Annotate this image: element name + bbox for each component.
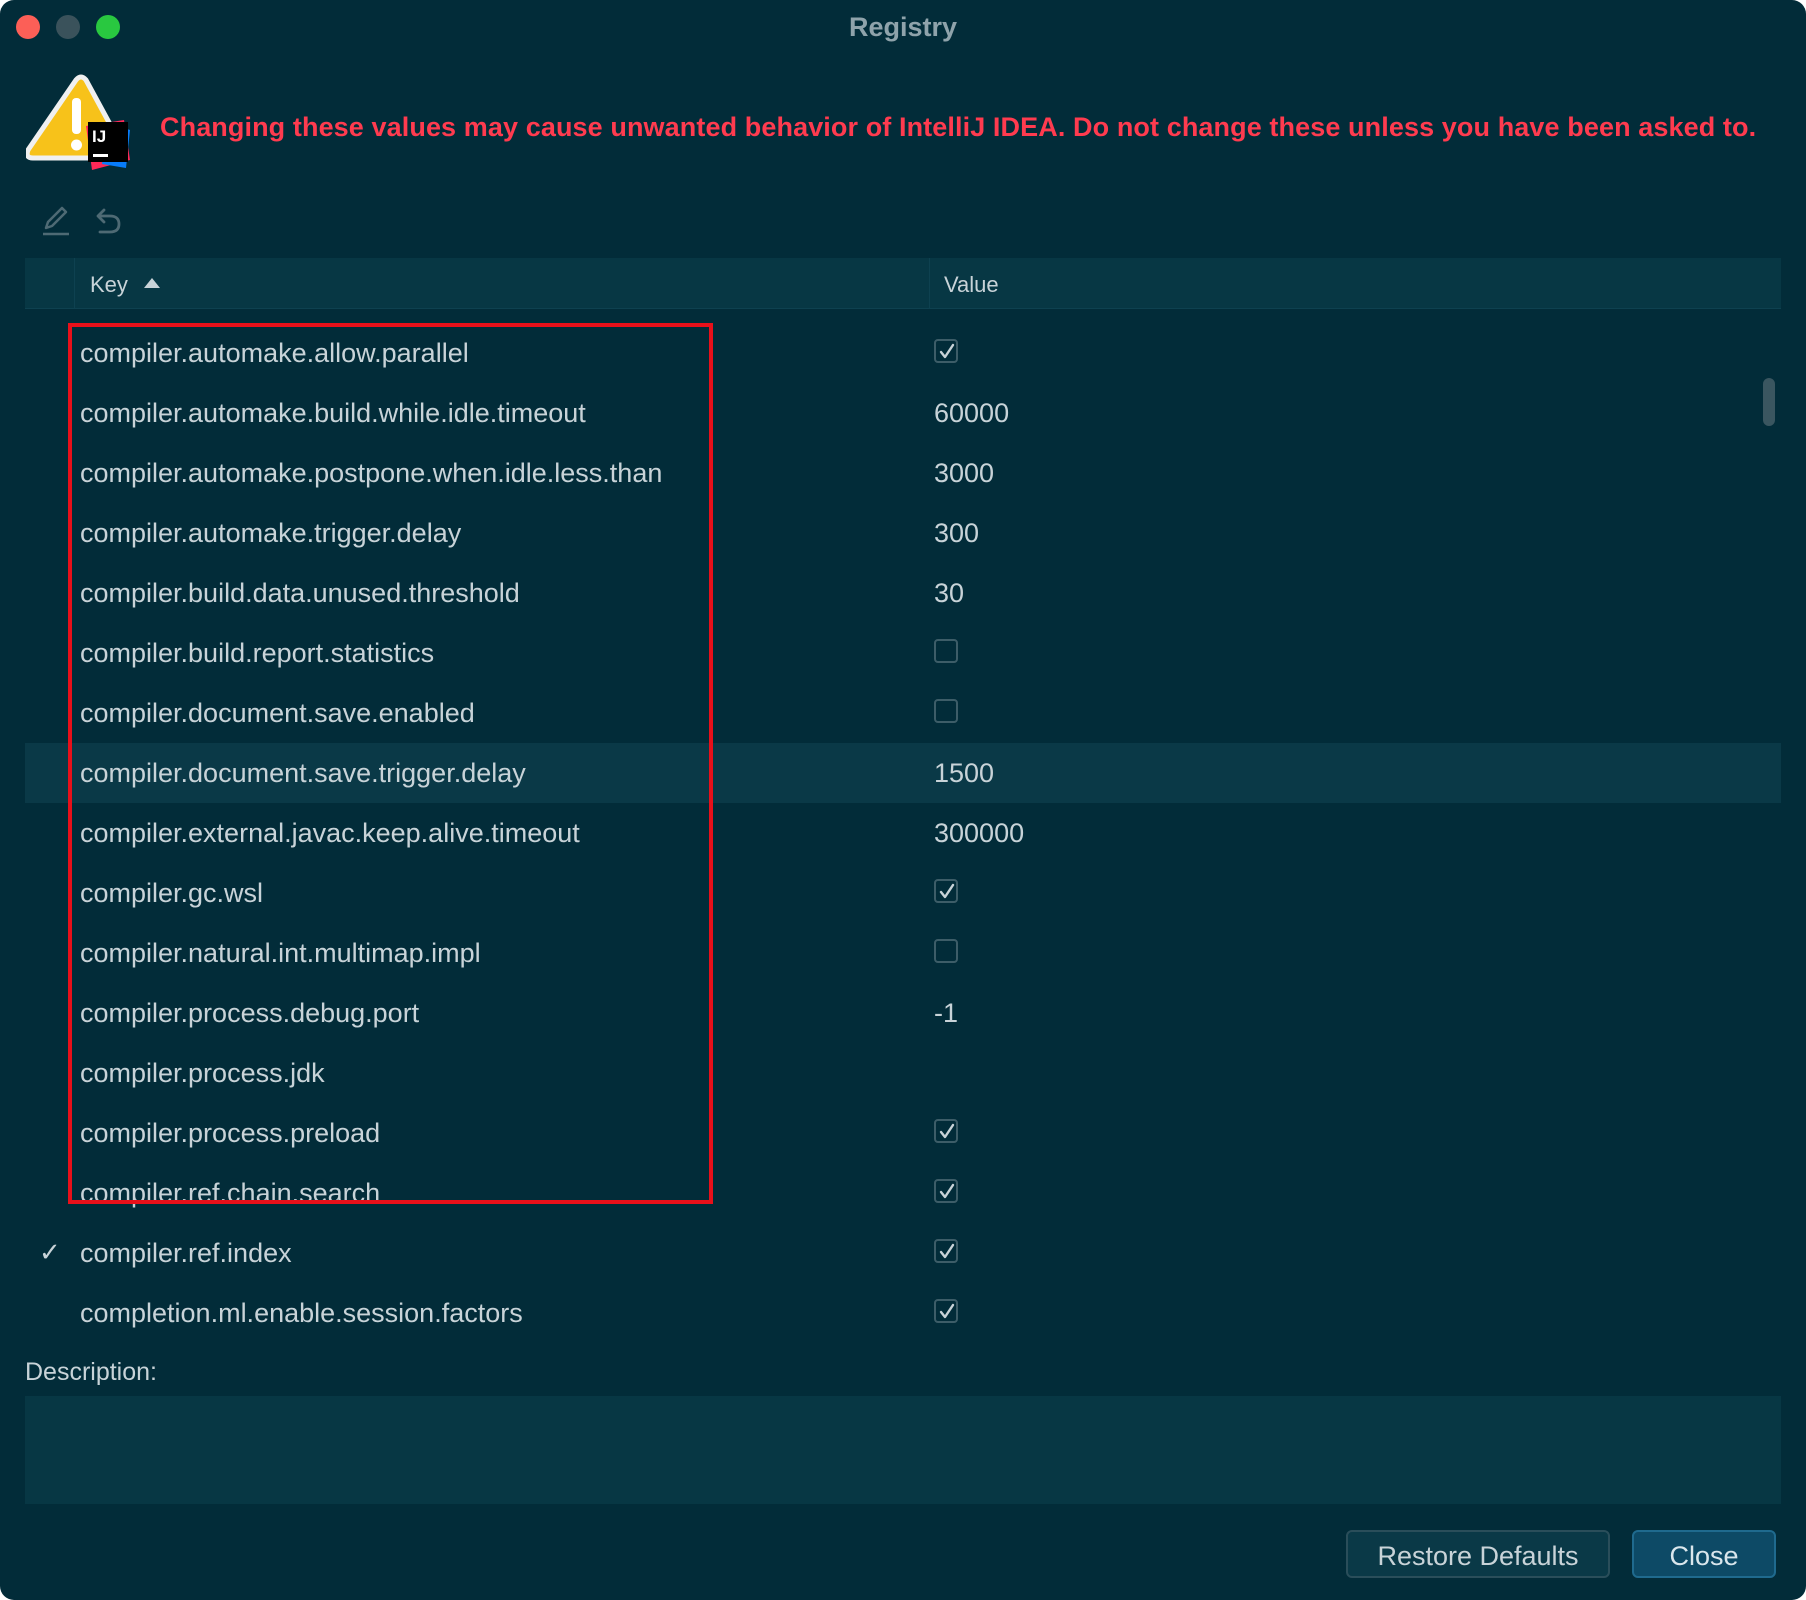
svg-text:IJ: IJ bbox=[92, 127, 106, 146]
value-checkbox[interactable] bbox=[934, 639, 958, 663]
table-row[interactable]: completion.ml.enable.session.factors bbox=[25, 1283, 1781, 1330]
column-header-key[interactable]: Key bbox=[90, 272, 128, 298]
registry-value[interactable]: -1 bbox=[934, 998, 958, 1029]
table-header: Key Value bbox=[25, 258, 1781, 309]
warning-message: Changing these values may cause unwanted… bbox=[160, 112, 1757, 142]
registry-value[interactable]: 1500 bbox=[934, 758, 994, 789]
value-checkbox[interactable] bbox=[934, 1239, 958, 1263]
column-header-value[interactable]: Value bbox=[944, 272, 999, 298]
registry-value[interactable]: 300000 bbox=[934, 818, 1024, 849]
undo-icon[interactable] bbox=[90, 202, 126, 238]
annotation-highlight-box bbox=[68, 323, 713, 1204]
checkmark-icon bbox=[939, 1243, 955, 1259]
value-checkbox[interactable] bbox=[934, 339, 958, 363]
registry-value[interactable]: 60000 bbox=[934, 398, 1009, 429]
column-divider bbox=[74, 258, 75, 308]
registry-dialog: Registry IJ Changing these values may ca… bbox=[0, 0, 1806, 1600]
modified-marker: ✓ bbox=[39, 1237, 61, 1267]
sort-ascending-icon bbox=[143, 276, 161, 288]
description-area bbox=[25, 1396, 1781, 1504]
warning-intellij-icon: IJ bbox=[24, 74, 154, 192]
title-bar: Registry bbox=[0, 0, 1806, 56]
table-row[interactable]: ✓ compiler.ref.index bbox=[25, 1223, 1781, 1283]
checkmark-icon bbox=[939, 883, 955, 899]
close-button[interactable]: Close bbox=[1632, 1530, 1776, 1578]
value-checkbox[interactable] bbox=[934, 879, 958, 903]
value-checkbox[interactable] bbox=[934, 699, 958, 723]
checkmark-icon bbox=[939, 1123, 955, 1139]
pencil-icon[interactable] bbox=[38, 202, 74, 238]
window-title: Registry bbox=[848, 12, 958, 42]
checkmark-icon bbox=[939, 343, 955, 359]
checkmark-icon bbox=[939, 1303, 955, 1319]
registry-value[interactable]: 300 bbox=[934, 518, 979, 549]
value-checkbox[interactable] bbox=[934, 1119, 958, 1143]
description-label: Description: bbox=[25, 1358, 157, 1386]
restore-defaults-button[interactable]: Restore Defaults bbox=[1346, 1530, 1610, 1578]
registry-value[interactable]: 30 bbox=[934, 578, 964, 609]
value-checkbox[interactable] bbox=[934, 1179, 958, 1203]
checkmark-icon bbox=[939, 1183, 955, 1199]
value-checkbox[interactable] bbox=[934, 939, 958, 963]
column-divider bbox=[929, 258, 930, 308]
vertical-scrollbar[interactable] bbox=[1763, 378, 1775, 426]
registry-key: compiler.ref.index bbox=[80, 1238, 292, 1268]
registry-key: completion.ml.enable.session.factors bbox=[80, 1298, 523, 1328]
value-checkbox[interactable] bbox=[934, 1299, 958, 1323]
registry-value[interactable]: 3000 bbox=[934, 458, 994, 489]
